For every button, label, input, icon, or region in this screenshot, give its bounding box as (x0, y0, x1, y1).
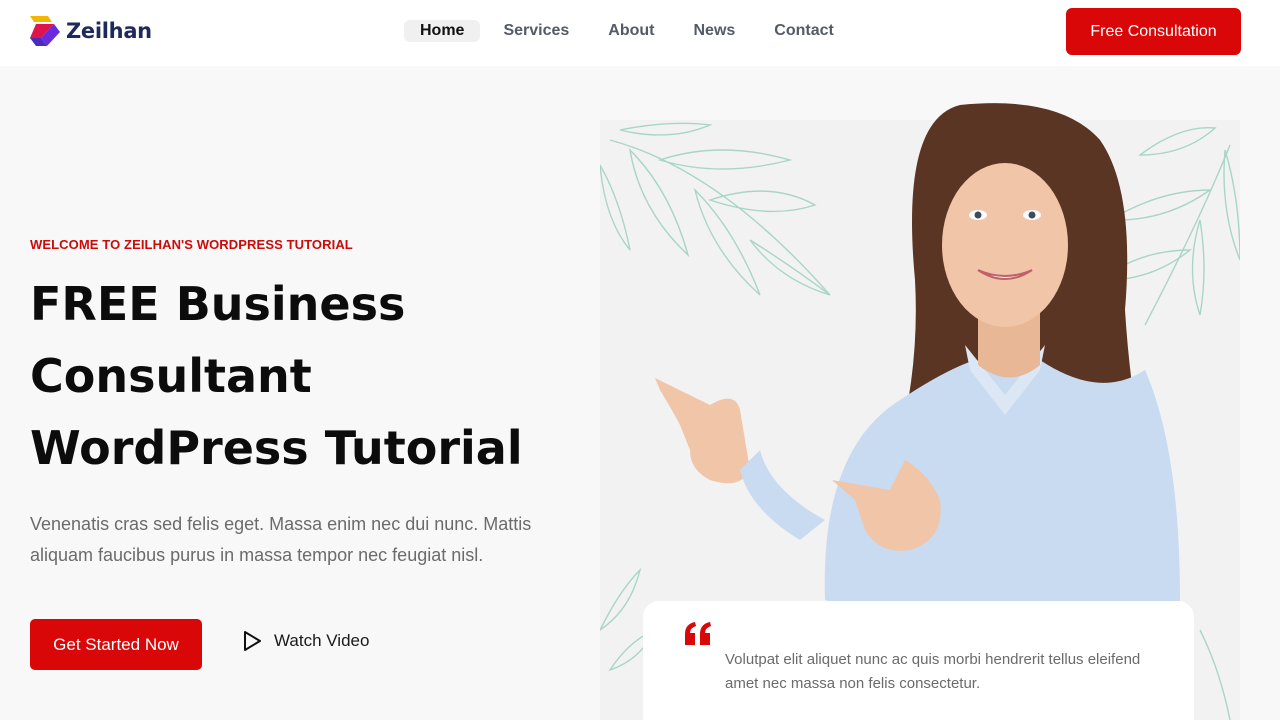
description-line: aliquam faucibus purus in massa tempor n… (30, 545, 484, 565)
testimonial-card: Volutpat elit aliquet nunc ac quis morbi… (643, 601, 1194, 720)
brand-name: Zeilhan (66, 19, 152, 43)
nav-item-contact[interactable]: Contact (758, 20, 850, 42)
nav-item-news[interactable]: News (678, 20, 752, 42)
site-header: Zeilhan Home Services About News Contact… (0, 0, 1280, 66)
headline-line: WordPress Tutorial (30, 421, 523, 475)
testimonial-line: Volutpat elit aliquet nunc ac quis morbi… (725, 651, 1141, 668)
headline-line: FREE Business (30, 277, 406, 331)
get-started-button[interactable]: Get Started Now (30, 619, 202, 670)
watch-video-label: Watch Video (274, 631, 370, 650)
hero-headline: FREE Business Consultant WordPress Tutor… (30, 268, 590, 484)
hero-description: Venenatis cras sed felis eget. Massa eni… (30, 509, 590, 571)
free-consultation-button[interactable]: Free Consultation (1066, 8, 1241, 55)
logo-mark-icon (30, 16, 60, 46)
face (942, 163, 1068, 327)
watch-video-button[interactable]: Watch Video (242, 630, 369, 652)
hero-eyebrow: WELCOME TO ZEILHAN'S WORDPRESS TUTORIAL (30, 237, 353, 252)
testimonial-text: Volutpat elit aliquet nunc ac quis morbi… (725, 648, 1165, 696)
brand-logo[interactable]: Zeilhan (30, 16, 152, 46)
testimonial-line: amet nec massa non felis consectetur. (725, 675, 981, 692)
nav-item-services[interactable]: Services (487, 20, 585, 42)
main-nav: Home Services About News Contact (404, 20, 857, 42)
play-icon (244, 631, 261, 651)
nav-item-home[interactable]: Home (404, 20, 481, 42)
headline-line: Consultant (30, 349, 312, 403)
description-line: Venenatis cras sed felis eget. Massa eni… (30, 514, 532, 534)
nav-item-about[interactable]: About (592, 20, 670, 42)
quote-icon (685, 622, 711, 645)
